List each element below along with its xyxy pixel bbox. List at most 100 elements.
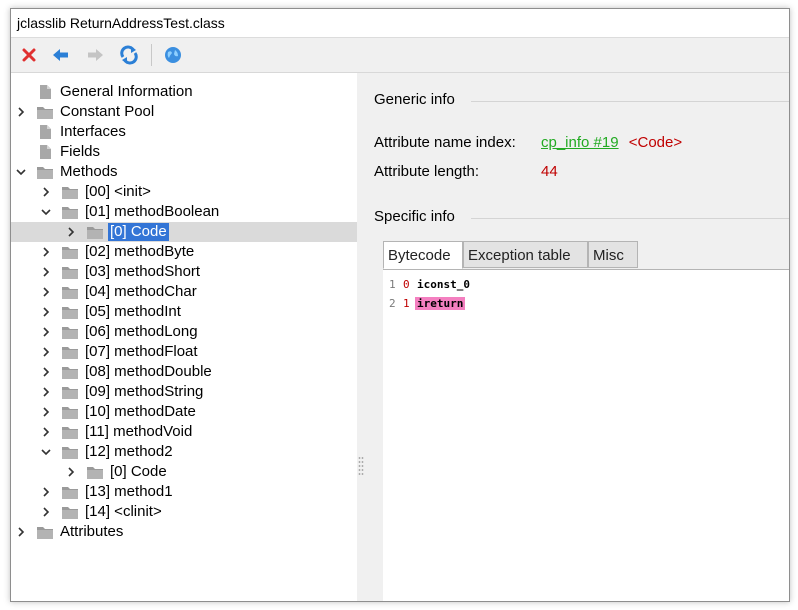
folder-icon: [62, 427, 78, 439]
tree-node[interactable]: [02] methodByte: [11, 242, 357, 262]
split-pane-divider[interactable]: [357, 73, 373, 601]
tree-node-label: [09] methodString: [85, 383, 204, 400]
back-button[interactable]: [49, 43, 73, 67]
chevron-right-icon[interactable]: [15, 526, 27, 538]
forward-arrow-icon: [88, 49, 103, 61]
chevron-down-icon[interactable]: [15, 166, 27, 178]
tree-node-label: [13] method1: [85, 483, 173, 500]
tree-node[interactable]: [09] methodString: [11, 382, 357, 402]
chevron-down-icon[interactable]: [40, 446, 52, 458]
bytecode-view[interactable]: 1 0 iconst_0 2 1 ireturn: [383, 269, 789, 601]
tab-exception-table[interactable]: Exception table: [463, 241, 588, 268]
specific-info-title: Specific info: [374, 208, 455, 225]
chevron-right-icon[interactable]: [40, 246, 52, 258]
tree-node-label: Fields: [60, 143, 101, 160]
tab-bytecode[interactable]: Bytecode: [383, 241, 463, 269]
forward-button[interactable]: [83, 43, 107, 67]
folder-icon: [62, 307, 78, 319]
tree-node-label: General Information: [60, 83, 193, 100]
attribute-name-index-label: Attribute name index:: [374, 134, 516, 151]
tree-node[interactable]: [12] method2: [11, 442, 357, 462]
chevron-right-icon[interactable]: [40, 266, 52, 278]
folder-icon: [62, 487, 78, 499]
bytecode-line[interactable]: 1 0 iconst_0: [389, 276, 472, 294]
folder-icon: [62, 447, 78, 459]
chevron-right-icon[interactable]: [15, 106, 27, 118]
generic-info-title: Generic info: [374, 91, 455, 108]
cp-info-link[interactable]: cp_info #19: [541, 134, 619, 151]
tree-node[interactable]: [04] methodChar: [11, 282, 357, 302]
window-title: jclasslib ReturnAddressTest.class: [17, 15, 225, 31]
folder-icon: [37, 107, 53, 119]
tree-node[interactable]: [00] <init>: [11, 182, 357, 202]
tree-node[interactable]: Attributes: [11, 522, 357, 542]
chevron-right-icon[interactable]: [40, 306, 52, 318]
chevron-right-icon[interactable]: [40, 486, 52, 498]
title-bar: jclasslib ReturnAddressTest.class: [11, 9, 789, 38]
folder-icon: [87, 467, 103, 479]
bytecode-line[interactable]: 2 1 ireturn: [389, 295, 466, 313]
chevron-right-icon[interactable]: [40, 366, 52, 378]
close-button[interactable]: [17, 43, 41, 67]
file-icon: [40, 125, 51, 139]
chevron-right-icon[interactable]: [40, 506, 52, 518]
chevron-right-icon[interactable]: [40, 186, 52, 198]
chevron-right-icon[interactable]: [40, 286, 52, 298]
tree-node[interactable]: Constant Pool: [11, 102, 357, 122]
folder-icon: [62, 247, 78, 259]
tree-node[interactable]: [0] Code: [11, 462, 357, 482]
folder-icon: [62, 507, 78, 519]
tree-node-label: [00] <init>: [85, 183, 151, 200]
chevron-right-icon[interactable]: [40, 426, 52, 438]
chevron-down-icon[interactable]: [40, 206, 52, 218]
tree-node[interactable]: [10] methodDate: [11, 402, 357, 422]
tree-node[interactable]: [0] Code: [11, 222, 357, 242]
chevron-right-icon[interactable]: [40, 326, 52, 338]
tree-node[interactable]: [07] methodFloat: [11, 342, 357, 362]
tree-node[interactable]: [03] methodShort: [11, 262, 357, 282]
tree-node-label: [05] methodInt: [85, 303, 181, 320]
tree-node-label: [0] Code: [110, 463, 167, 480]
chevron-right-icon[interactable]: [65, 226, 77, 238]
folder-icon: [37, 527, 53, 539]
class-structure-tree[interactable]: General Information Constant Pool Interfac…: [11, 73, 357, 601]
close-icon: [22, 48, 36, 62]
tree-node[interactable]: [14] <clinit>: [11, 502, 357, 522]
tree-node-label: Attributes: [60, 523, 124, 540]
tree-node[interactable]: [05] methodInt: [11, 302, 357, 322]
folder-icon: [62, 387, 78, 399]
detail-panel: Generic info Attribute name index: cp_in…: [373, 73, 789, 601]
tab-misc[interactable]: Misc: [588, 241, 638, 268]
back-arrow-icon: [53, 49, 68, 61]
tree-node[interactable]: [11] methodVoid: [11, 422, 357, 442]
tree-node[interactable]: [08] methodDouble: [11, 362, 357, 382]
tree-node-label: [06] methodLong: [85, 323, 198, 340]
tree-node-label: [0] Code: [108, 223, 169, 241]
tree-node[interactable]: [01] methodBoolean: [11, 202, 357, 222]
tree-node-label: [10] methodDate: [85, 403, 196, 420]
web-button[interactable]: [161, 43, 185, 67]
attribute-name-index-value: cp_info #19 <Code>: [541, 134, 682, 151]
chevron-right-icon[interactable]: [65, 466, 77, 478]
app-window: jclasslib ReturnAddressTest.class Genera…: [10, 8, 790, 602]
line-number: 2: [389, 297, 396, 310]
chevron-right-icon[interactable]: [40, 346, 52, 358]
chevron-right-icon[interactable]: [40, 386, 52, 398]
bytecode-offset: 0: [403, 278, 410, 291]
tree-node[interactable]: Methods: [11, 162, 357, 182]
line-number: 1: [389, 278, 396, 291]
folder-icon: [62, 327, 78, 339]
toolbar-separator: [151, 44, 152, 66]
reload-button[interactable]: [117, 43, 141, 67]
tree-node[interactable]: Interfaces: [11, 122, 357, 142]
tree-node[interactable]: [06] methodLong: [11, 322, 357, 342]
tree-node-label: [12] method2: [85, 443, 173, 460]
chevron-right-icon[interactable]: [40, 406, 52, 418]
folder-icon: [87, 227, 103, 239]
folder-icon: [62, 367, 78, 379]
attribute-length-value: 44: [541, 163, 558, 180]
tree-node[interactable]: Fields: [11, 142, 357, 162]
folder-icon: [62, 187, 78, 199]
tree-node[interactable]: General Information: [11, 82, 357, 102]
tree-node[interactable]: [13] method1: [11, 482, 357, 502]
